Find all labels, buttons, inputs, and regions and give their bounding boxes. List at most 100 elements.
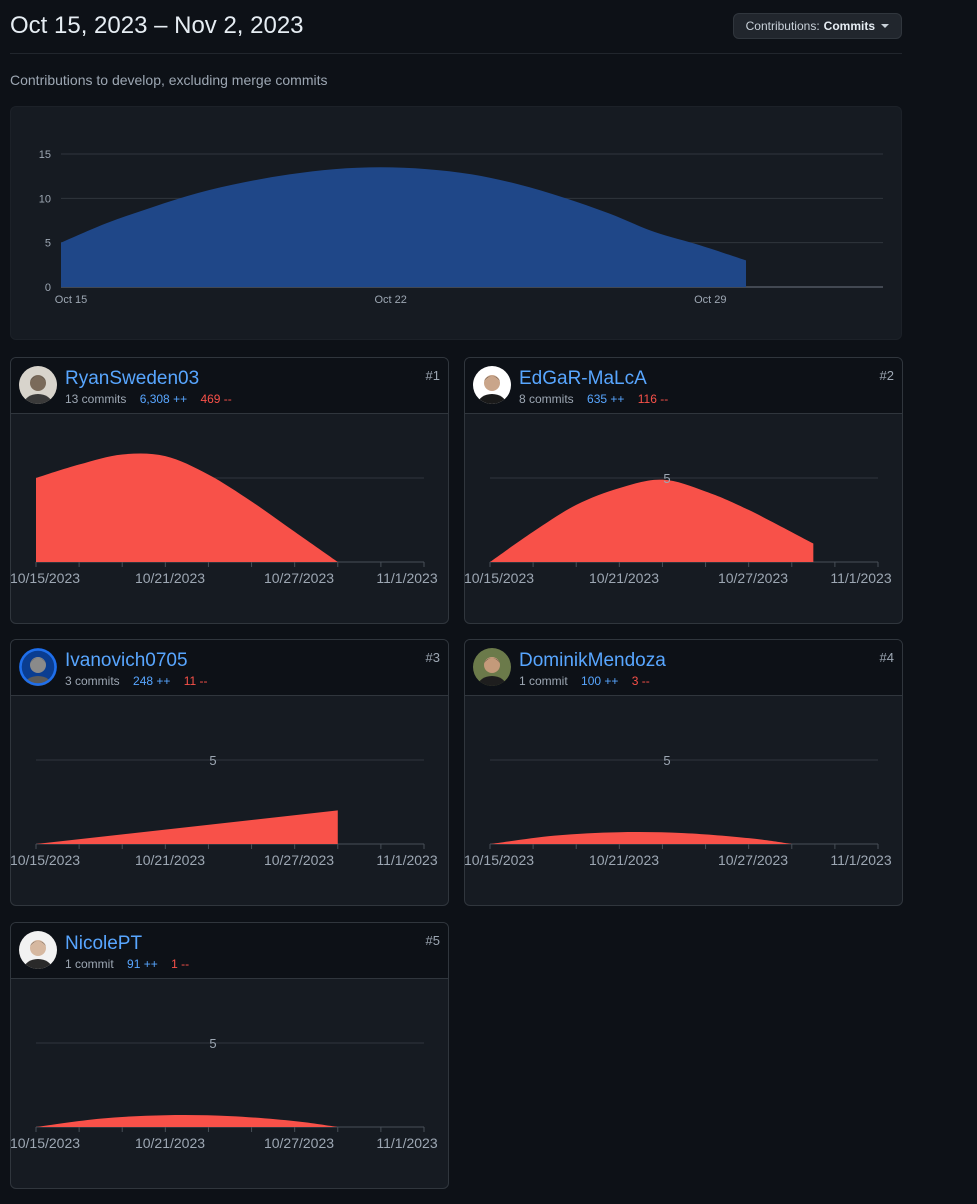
contributor-rank: #2 [879,368,894,383]
contributor-rank: #1 [425,368,440,383]
contributor-card: Ivanovich0705 3 commits 248 ++ 11 -- #3 … [10,639,449,906]
contributor-card-header: Ivanovich0705 3 commits 248 ++ 11 -- #3 [11,640,448,696]
x-tick-label: 10/21/2023 [589,852,659,868]
commit-count[interactable]: 8 commits [519,392,574,406]
x-tick-label: 10/21/2023 [135,852,205,868]
contributor-card-header: NicolePT 1 commit 91 ++ 1 -- #5 [11,923,448,979]
avatar[interactable] [19,366,57,404]
deletions-count: 11 -- [183,674,208,688]
x-tick-label: 10/21/2023 [135,570,205,586]
contributor-rank: #3 [425,650,440,665]
commit-count[interactable]: 13 commits [65,392,126,406]
additions-count: 100 ++ [581,674,619,688]
commit-count[interactable]: 1 commit [65,957,114,971]
contributor-username-link[interactable]: NicolePT [65,933,142,955]
contributor-username-link[interactable]: EdGaR-MaLcA [519,368,647,390]
date-range-title: Oct 15, 2023 – Nov 2, 2023 [10,12,304,39]
additions-count: 91 ++ [127,957,158,971]
caret-down-icon [881,24,889,28]
x-tick-label: 11/1/2023 [830,852,891,868]
contributor-commits-chart[interactable]: 5 10/15/2023 10/21/2023 10/27/2023 11/1/2023 [465,414,903,624]
commit-count[interactable]: 3 commits [65,674,120,688]
x-tick-label: 10/27/2023 [718,852,788,868]
contributions-type-dropdown[interactable]: Contributions: Commits [732,13,902,39]
y-tick-label: 5 [45,238,51,250]
page-header: Oct 15, 2023 – Nov 2, 2023 Contributions… [10,0,902,54]
contributor-commits-chart[interactable]: 5 10/15/2023 10/21/2023 10/27/2023 11/1/2023 [11,696,449,906]
contributor-card: DominikMendoza 1 commit 100 ++ 3 -- #4 5… [464,639,903,906]
contributor-commits-chart[interactable]: 5 10/15/2023 10/21/2023 10/27/2023 11/1/2023 [11,979,449,1189]
avatar-head [484,375,500,391]
avatar-head [30,940,46,956]
contributor-username-link[interactable]: Ivanovich0705 [65,650,188,672]
photo-avatar-icon [19,648,57,686]
contributor-commits-chart[interactable]: 5 10/15/2023 10/21/2023 10/27/2023 11/1/2023 [465,696,903,906]
contributor-card: NicolePT 1 commit 91 ++ 1 -- #5 5 10/15/2… [10,922,449,1189]
contributor-card-header: RyanSweden03 13 commits 6,308 ++ 469 -- … [11,358,448,414]
contributor-card: RyanSweden03 13 commits 6,308 ++ 469 -- … [10,357,449,624]
deletions-count: 116 -- [637,392,669,406]
x-tick-label: 10/15/2023 [11,1135,80,1151]
x-tick-label: 10/15/2023 [465,852,534,868]
contributor-card-header: DominikMendoza 1 commit 100 ++ 3 -- #4 [465,640,902,696]
avatar[interactable] [19,648,57,686]
deletions-count: 1 -- [171,957,190,971]
contributor-commits-chart[interactable]: 10/15/2023 10/21/2023 10/27/2023 11/1/2023 [11,414,449,624]
x-tick-label: 11/1/2023 [376,570,437,586]
x-tick-label: 10/27/2023 [264,852,334,868]
commits-area [61,167,746,287]
additions-count: 6,308 ++ [139,392,188,406]
contributor-commits-area [490,832,792,844]
contributor-stats: 8 commits 635 ++ 116 -- [519,392,668,406]
avatar-head [30,375,46,391]
overall-commits-chart[interactable]: 0 5 10 15 Oct 15 Oct 22 Oct 29 [10,106,902,340]
x-tick-label: 10/15/2023 [465,570,534,586]
x-tick-label: 10/21/2023 [135,1135,205,1151]
additions-count: 635 ++ [587,392,625,406]
contributor-stats: 1 commit 100 ++ 3 -- [519,674,650,688]
dropdown-prefix: Contributions: [745,19,820,33]
contributor-rank: #5 [425,933,440,948]
avatar[interactable] [19,931,57,969]
avatar[interactable] [473,366,511,404]
contributors-page: Oct 15, 2023 – Nov 2, 2023 Contributions… [0,0,977,1204]
contributor-commits-area [490,479,814,562]
y-tick-label: 5 [663,753,670,768]
contributor-commits-area [36,453,338,562]
y-tick-label: 0 [45,282,51,294]
contributor-card-header: EdGaR-MaLcA 8 commits 635 ++ 116 -- #2 [465,358,902,414]
additions-count: 248 ++ [133,674,171,688]
contributor-stats: 3 commits 248 ++ 11 -- [65,674,208,688]
x-tick-label: 10/15/2023 [11,570,80,586]
avatar-head [484,657,500,673]
x-tick-label: 11/1/2023 [376,1135,437,1151]
chart-subtitle: Contributions to develop, excluding merg… [10,72,328,88]
contributor-commits-area [36,810,338,844]
contributor-username-link[interactable]: RyanSweden03 [65,368,199,390]
contributor-stats: 1 commit 91 ++ 1 -- [65,957,189,971]
commit-count[interactable]: 1 commit [519,674,568,688]
avatar[interactable] [473,648,511,686]
photo-avatar-icon [19,366,57,404]
deletions-count: 3 -- [631,674,650,688]
x-tick-label: Oct 22 [374,294,406,306]
x-tick-label: 10/27/2023 [264,1135,334,1151]
x-tick-label: 10/15/2023 [11,852,80,868]
photo-avatar-icon [473,366,511,404]
contributor-rank: #4 [879,650,894,665]
y-tick-label: 10 [39,193,51,205]
x-tick-label: 11/1/2023 [376,852,437,868]
x-tick-label: 10/27/2023 [264,570,334,586]
y-tick-label: 5 [663,471,670,486]
x-tick-label: Oct 15 [55,294,87,306]
overall-commits-svg: 0 5 10 15 Oct 15 Oct 22 Oct 29 [39,149,883,306]
contributor-username-link[interactable]: DominikMendoza [519,650,666,672]
y-tick-label: 15 [39,149,51,161]
contributor-commits-area [36,1115,338,1127]
photo-avatar-icon [473,648,511,686]
avatar-head [30,657,46,673]
y-tick-label: 5 [209,753,216,768]
x-tick-label: Oct 29 [694,294,726,306]
x-tick-label: 10/27/2023 [718,570,788,586]
dropdown-value: Commits [823,19,875,33]
